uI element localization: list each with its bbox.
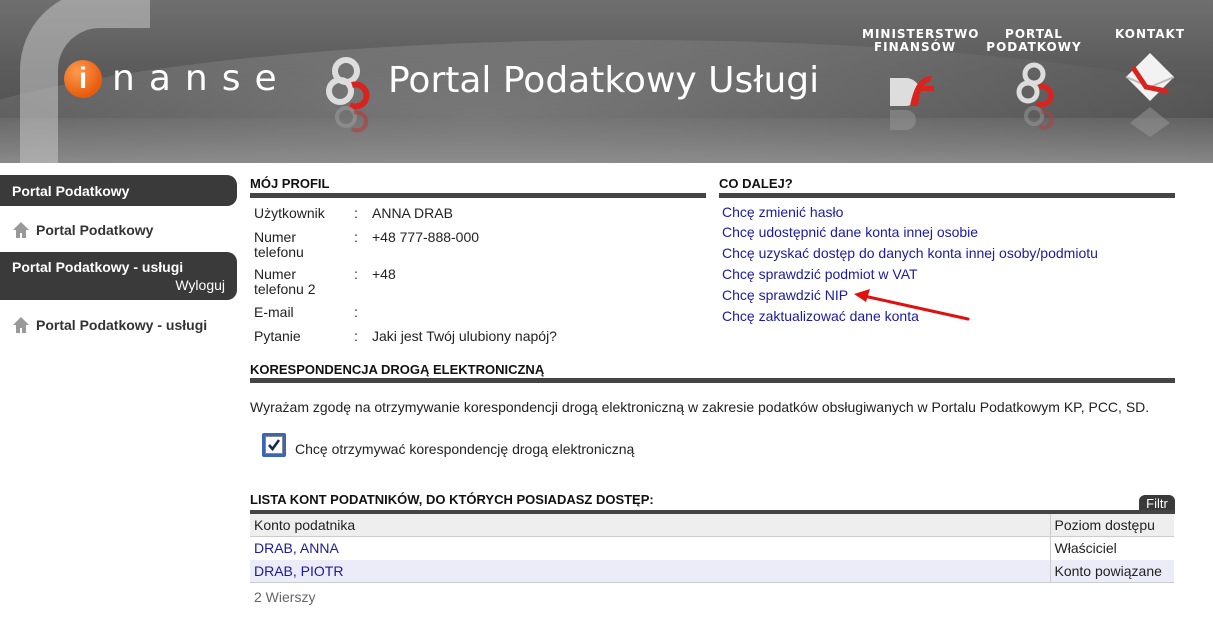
accounts-section-title: LISTA KONT PODATNIKÓW, DO KTÓRYCH POSIAD… (250, 492, 654, 507)
profile-key: Użytkownik (254, 205, 325, 221)
profile-key: Numer telefonu (254, 229, 304, 260)
account-link[interactable]: DRAB, ANNA (254, 540, 339, 556)
profile-section-title: MÓJ PROFIL (250, 176, 330, 191)
next-section-title: CO DALEJ? (719, 176, 793, 191)
home-icon (13, 222, 29, 238)
profile-colon: : (354, 304, 358, 320)
envelope-icon (1125, 53, 1175, 137)
finanse-logo-text: nanse (112, 58, 291, 99)
consent-text: Wyrażam zgodę na otrzymywanie koresponde… (250, 399, 1150, 415)
share-account-link[interactable]: Chcę udostępnić dane konta innej osobie (722, 224, 978, 240)
home-icon (13, 317, 29, 333)
request-access-link[interactable]: Chcę uzyskać dostęp do danych konta inne… (722, 245, 1098, 261)
sidebar-item-portal-podatkowy-uslugi[interactable]: Portal Podatkowy - usługi (12, 316, 207, 334)
ministerstwo-logo-icon (890, 76, 934, 130)
profile-key: Pytanie (254, 328, 301, 344)
sidebar-section-portal-podatkowy: Portal Podatkowy (0, 175, 237, 206)
check-vat-link[interactable]: Chcę sprawdzić podmiot w VAT (722, 266, 918, 282)
page-header: i nanse Portal Podatkowy Usługi MINISTER… (0, 0, 1213, 163)
profile-colon: : (354, 266, 358, 282)
profile-colon: : (354, 205, 358, 221)
sidebar-section-uslugi: Portal Podatkowy - usługi Wyloguj (0, 252, 237, 300)
profile-key: E-mail (254, 304, 294, 320)
sidebar-item-label: Portal Podatkowy - usługi (36, 317, 208, 333)
change-password-link[interactable]: Chcę zmienić hasło (722, 204, 843, 220)
profile-value: ANNA DRAB (372, 205, 453, 221)
checkmark-icon (268, 439, 281, 452)
ministerstwo-label: MINISTERSTWO FINANSÓW (862, 27, 980, 54)
profile-key: Numer telefonu 2 (254, 266, 316, 297)
table-row: DRAB, PIOTR Konto powiązane (250, 559, 1174, 583)
profile-value: +48 777-888-000 (372, 229, 480, 245)
access-level-cell: Konto powiązane (1049, 559, 1174, 583)
kontakt-label: KONTAKT (1115, 27, 1186, 41)
profile-section-bar (250, 193, 706, 198)
portal-podatkowy-logo-icon (326, 57, 370, 133)
correspondence-checkbox-label[interactable]: Chcę otrzymywać korespondencję drogą ele… (295, 441, 634, 457)
profile-value: +48 (372, 266, 396, 282)
next-section-bar (719, 193, 1175, 198)
portal-podatkowy-link[interactable]: PORTAL PODATKOWY (986, 28, 1082, 140)
profile-colon: : (354, 229, 358, 245)
column-header-access-level[interactable]: Poziom dostępu (1049, 514, 1174, 537)
table-row: DRAB, ANNA Właściciel (250, 536, 1174, 560)
correspondence-section-title: KORESPONDENCJA DROGĄ ELEKTRONICZNĄ (250, 362, 545, 377)
sidebar-section-title: Portal Podatkowy - usługi (12, 259, 184, 275)
sidebar-item-portal-podatkowy[interactable]: Portal Podatkowy (12, 221, 153, 239)
account-link[interactable]: DRAB, PIOTR (254, 563, 343, 579)
access-level-cell: Właściciel (1049, 536, 1174, 560)
logout-link[interactable]: Wyloguj (175, 277, 225, 293)
correspondence-section-bar (250, 378, 1175, 383)
sidebar-section-title: Portal Podatkowy (12, 183, 130, 199)
annotation-arrow-icon (854, 289, 970, 321)
profile-colon: : (354, 328, 358, 344)
check-nip-link[interactable]: Chcę sprawdzić NIP (722, 287, 848, 303)
ministerstwo-finansow-link[interactable]: MINISTERSTWO FINANSÓW (862, 27, 980, 140)
portal-podatkowy-label: PORTAL PODATKOWY (986, 27, 1082, 54)
table-header-row: Konto podatnika Poziom dostępu (250, 514, 1174, 537)
checkbox-box (265, 436, 283, 454)
accounts-table: Konto podatnika Poziom dostępu DRAB, ANN… (250, 514, 1174, 583)
portal-podatkowy-icon (1016, 62, 1054, 130)
rows-count: 2 Wierszy (254, 589, 316, 605)
sidebar-item-label: Portal Podatkowy (36, 222, 154, 238)
correspondence-checkbox[interactable] (262, 433, 286, 457)
finanse-logo-i: i (64, 60, 102, 98)
profile-value: Jaki jest Twój ulubiony napój? (372, 328, 557, 344)
kontakt-link[interactable]: KONTAKT (1115, 28, 1185, 137)
portal-title: Portal Podatkowy Usługi (388, 60, 820, 101)
column-header-account[interactable]: Konto podatnika (250, 514, 1050, 537)
